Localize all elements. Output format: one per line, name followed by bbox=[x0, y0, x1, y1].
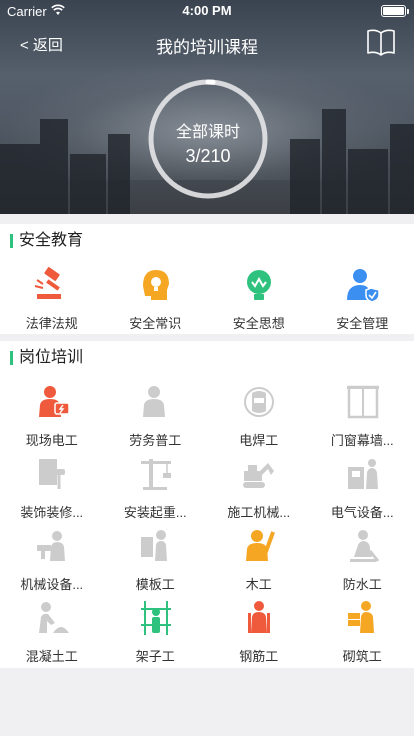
excavator-icon bbox=[240, 455, 278, 493]
section-title-jobs: 岗位培训 bbox=[10, 350, 83, 366]
safety-category-item[interactable]: 安全思想 bbox=[207, 266, 311, 338]
job-category-item-label: 防水工 bbox=[342, 577, 382, 592]
job-category-item[interactable]: 砌筑工 bbox=[311, 599, 414, 671]
safety-category-item-label: 安全思想 bbox=[232, 316, 285, 331]
electrical-cabinet-icon bbox=[344, 455, 382, 493]
crane-icon bbox=[137, 455, 175, 493]
welder-mask-icon bbox=[240, 383, 278, 421]
paint-roller-icon bbox=[33, 455, 71, 493]
formwork-worker-icon bbox=[137, 527, 175, 565]
job-category-item-label: 机械设备... bbox=[20, 577, 84, 592]
job-category-item-label: 架子工 bbox=[135, 649, 175, 664]
job-category-item-label: 施工机械... bbox=[227, 505, 291, 520]
job-category-item-label: 电气设备... bbox=[330, 505, 394, 520]
job-category-item[interactable]: 模板工 bbox=[104, 527, 208, 599]
progress-value: 3/210 bbox=[185, 146, 231, 166]
job-category-item[interactable]: 钢筋工 bbox=[207, 599, 311, 671]
job-category-item-label: 木工 bbox=[245, 577, 272, 592]
nav-bar: < 返回 我的培训课程 bbox=[0, 22, 414, 66]
safety-education-section: 安全教育 法律法规 安全常识 安全思想 安全管理 bbox=[0, 224, 414, 334]
page-title: 我的培训课程 bbox=[156, 38, 258, 57]
carpenter-icon bbox=[240, 527, 278, 565]
job-category-item[interactable]: 电气设备... bbox=[311, 455, 414, 527]
rebar-worker-icon bbox=[240, 599, 278, 637]
safety-category-item[interactable]: 安全管理 bbox=[311, 266, 414, 338]
job-category-item-label: 装饰装修... bbox=[20, 505, 84, 520]
job-category-item[interactable]: 电焊工 bbox=[207, 383, 311, 455]
gavel-icon bbox=[33, 266, 71, 304]
job-category-item-label: 混凝土工 bbox=[25, 649, 78, 664]
job-training-section: 岗位培训 现场电工 劳务普工 电焊工 门窗幕墙... 装饰装修... 安装起重... 施工机… bbox=[0, 341, 414, 668]
progress-label: 全部课时 bbox=[175, 124, 240, 141]
safety-category-item[interactable]: 法律法规 bbox=[0, 266, 104, 338]
job-category-item-label: 现场电工 bbox=[25, 433, 78, 448]
status-bar: Carrier 4:00 PM bbox=[0, 0, 414, 22]
job-category-item[interactable]: 装饰装修... bbox=[0, 455, 104, 527]
job-category-item-label: 劳务普工 bbox=[129, 433, 182, 448]
scaffolder-icon bbox=[137, 599, 175, 637]
worker-icon bbox=[137, 383, 175, 421]
job-category-item-label: 砌筑工 bbox=[342, 649, 382, 664]
drill-worker-icon bbox=[33, 527, 71, 565]
battery-icon bbox=[381, 5, 409, 17]
electrician-icon bbox=[33, 383, 71, 421]
bricklayer-icon bbox=[344, 599, 382, 637]
user-shield-icon bbox=[344, 266, 382, 304]
job-category-item[interactable]: 安装起重... bbox=[104, 455, 208, 527]
job-category-item[interactable]: 现场电工 bbox=[0, 383, 104, 455]
job-category-item[interactable]: 木工 bbox=[207, 527, 311, 599]
section-title-safety: 安全教育 bbox=[10, 233, 83, 249]
job-category-item-label: 安装起重... bbox=[123, 505, 187, 520]
job-category-item[interactable]: 施工机械... bbox=[207, 455, 311, 527]
lightbulb-head-icon bbox=[137, 266, 175, 304]
job-category-item[interactable]: 机械设备... bbox=[0, 527, 104, 599]
window-frame-icon bbox=[344, 383, 382, 421]
job-category-item-label: 钢筋工 bbox=[239, 649, 279, 664]
job-category-item[interactable]: 防水工 bbox=[311, 527, 414, 599]
job-category-item[interactable]: 劳务普工 bbox=[104, 383, 208, 455]
safety-category-item-label: 安全常识 bbox=[129, 316, 182, 331]
job-category-item[interactable]: 架子工 bbox=[104, 599, 208, 671]
job-category-item[interactable]: 混凝土工 bbox=[0, 599, 104, 671]
safety-category-item[interactable]: 安全常识 bbox=[104, 266, 208, 338]
job-category-item-label: 电焊工 bbox=[239, 433, 279, 448]
lightbulb-idea-icon bbox=[240, 266, 278, 304]
job-category-item[interactable]: 门窗幕墙... bbox=[311, 383, 414, 455]
safety-category-item-label: 法律法规 bbox=[25, 316, 78, 331]
book-icon[interactable] bbox=[366, 28, 396, 56]
concrete-worker-icon bbox=[33, 599, 71, 637]
job-category-item-label: 门窗幕墙... bbox=[330, 433, 394, 448]
job-category-item-label: 模板工 bbox=[135, 577, 175, 592]
clock: 4:00 PM bbox=[182, 3, 232, 18]
waterproof-worker-icon bbox=[344, 527, 382, 565]
safety-category-item-label: 安全管理 bbox=[336, 316, 389, 331]
